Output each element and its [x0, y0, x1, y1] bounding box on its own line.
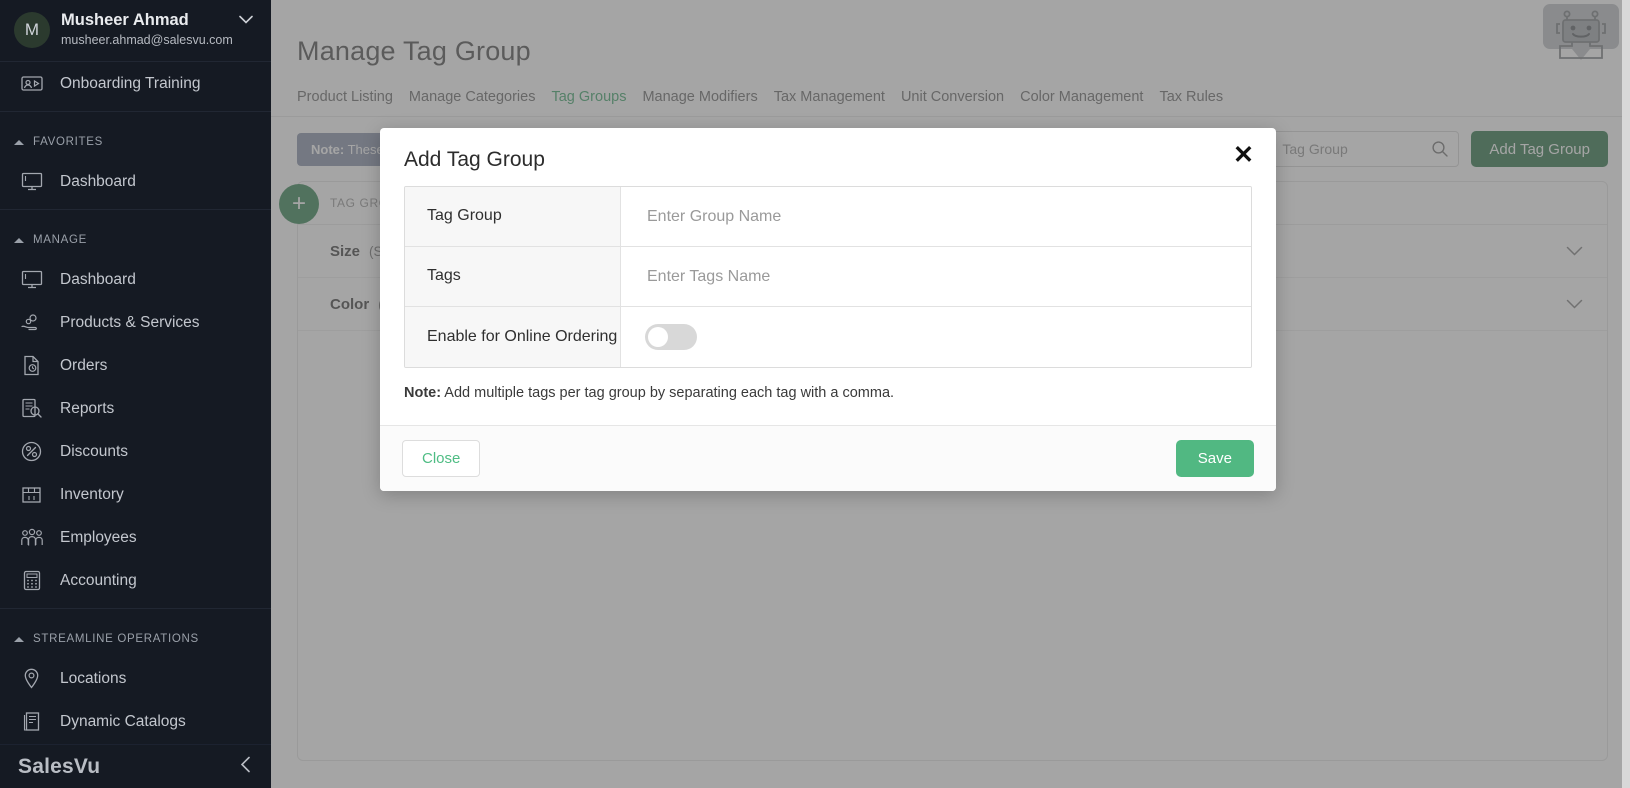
sidebar-divider — [0, 209, 271, 210]
sidebar: M Musheer Ahmad musheer.ahmad@salesvu.co… — [0, 0, 271, 788]
sidebar-item-label: Inventory — [60, 485, 124, 503]
sidebar-item-orders[interactable]: Orders — [0, 344, 271, 387]
form-row-tags: Tags — [405, 247, 1251, 307]
dialog-footer: Close Save — [380, 425, 1276, 491]
chevron-down-icon[interactable] — [239, 12, 253, 27]
page-scrollbar[interactable] — [1622, 0, 1630, 788]
sidebar-divider — [0, 111, 271, 112]
field-label: Tags — [405, 247, 621, 306]
field-control[interactable] — [621, 247, 1251, 306]
sidebar-item-label: Discounts — [60, 442, 129, 460]
sidebar-item-label: Dashboard — [60, 270, 136, 288]
sidebar-item-label: Products & Services — [60, 313, 200, 331]
brand-logo: SalesVu — [18, 754, 101, 778]
user-email: musheer.ahmad@salesvu.com — [61, 33, 233, 48]
close-icon[interactable]: ✕ — [1233, 143, 1254, 168]
user-name: Musheer Ahmad — [61, 11, 189, 30]
sidebar-item-label: Dynamic Catalogs — [60, 712, 186, 730]
enable-online-ordering-toggle[interactable] — [645, 324, 697, 350]
dialog-note-strong: Note: — [404, 385, 442, 401]
dialog-header: Add Tag Group ✕ — [380, 128, 1276, 186]
people-group-icon — [18, 527, 45, 549]
percent-badge-icon — [18, 441, 45, 463]
sidebar-item-label: Onboarding Training — [60, 74, 201, 92]
sidebar-item-dashboard-fav[interactable]: Dashboard — [0, 160, 271, 203]
sidebar-user-profile[interactable]: M Musheer Ahmad musheer.ahmad@salesvu.co… — [0, 0, 271, 62]
dialog-note: Note: Add multiple tags per tag group by… — [380, 368, 1276, 425]
sidebar-section-manage[interactable]: MANAGE — [0, 222, 271, 258]
sidebar-item-discounts[interactable]: Discounts — [0, 430, 271, 473]
tag-group-input[interactable] — [645, 206, 1231, 227]
app-root: M Musheer Ahmad musheer.ahmad@salesvu.co… — [0, 0, 1630, 788]
sidebar-item-label: Employees — [60, 528, 137, 546]
sidebar-item-inventory[interactable]: Inventory — [0, 473, 271, 516]
field-control — [621, 307, 1251, 367]
sidebar-section-label: MANAGE — [33, 234, 88, 246]
monitor-icon — [18, 269, 45, 291]
field-control[interactable] — [621, 187, 1251, 246]
sidebar-item-products-services[interactable]: Products & Services — [0, 301, 271, 344]
dialog-title: Add Tag Group — [404, 148, 545, 171]
sidebar-footer: SalesVu — [0, 744, 271, 788]
sidebar-item-accounting[interactable]: Accounting — [0, 559, 271, 602]
map-pin-icon — [18, 668, 45, 690]
sidebar-item-dashboard[interactable]: Dashboard — [0, 258, 271, 301]
hand-products-icon — [18, 312, 45, 334]
tags-input[interactable] — [645, 266, 1231, 287]
chevron-left-icon[interactable] — [240, 756, 251, 778]
sidebar-section-label: STREAMLINE OPERATIONS — [33, 633, 199, 645]
caret-up-icon — [14, 636, 24, 642]
add-tag-group-dialog: Add Tag Group ✕ Tag Group Tags — [380, 128, 1276, 491]
field-label: Enable for Online Ordering — [405, 307, 621, 367]
sidebar-item-dynamic-catalogs[interactable]: Dynamic Catalogs — [0, 700, 271, 743]
toggle-knob — [648, 327, 668, 347]
caret-up-icon — [14, 237, 24, 243]
form-row-tag-group: Tag Group — [405, 187, 1251, 247]
sidebar-item-label: Locations — [60, 669, 127, 687]
sidebar-section-label: FAVORITES — [33, 136, 103, 148]
sidebar-section-streamline-operations[interactable]: STREAMLINE OPERATIONS — [0, 621, 271, 657]
sidebar-section-favorites[interactable]: FAVORITES — [0, 124, 271, 160]
close-button[interactable]: Close — [402, 440, 481, 477]
sidebar-item-locations[interactable]: Locations — [0, 657, 271, 700]
sidebar-item-label: Accounting — [60, 571, 137, 589]
sidebar-divider — [0, 608, 271, 609]
inventory-box-icon — [18, 484, 45, 506]
field-label: Tag Group — [405, 187, 621, 246]
training-screen-icon — [18, 73, 45, 95]
save-button[interactable]: Save — [1175, 440, 1254, 477]
form-table: Tag Group Tags Enable for Online Orderin… — [404, 186, 1252, 368]
document-clock-icon — [18, 355, 45, 377]
dialog-body: Tag Group Tags Enable for Online Orderin… — [380, 186, 1276, 368]
sidebar-item-label: Dashboard — [60, 172, 136, 190]
sidebar-item-employees[interactable]: Employees — [0, 516, 271, 559]
catalog-book-icon — [18, 711, 45, 733]
dialog-note-text: Add multiple tags per tag group by separ… — [441, 385, 895, 401]
form-row-online-ordering: Enable for Online Ordering — [405, 307, 1251, 367]
sidebar-item-onboarding-training[interactable]: Onboarding Training — [0, 62, 271, 105]
monitor-icon — [18, 171, 45, 193]
sidebar-item-reports[interactable]: Reports — [0, 387, 271, 430]
avatar: M — [14, 11, 50, 48]
caret-up-icon — [14, 139, 24, 145]
sidebar-item-label: Orders — [60, 356, 108, 374]
calculator-icon — [18, 570, 45, 592]
report-magnifier-icon — [18, 398, 45, 420]
sidebar-item-label: Reports — [60, 399, 115, 417]
